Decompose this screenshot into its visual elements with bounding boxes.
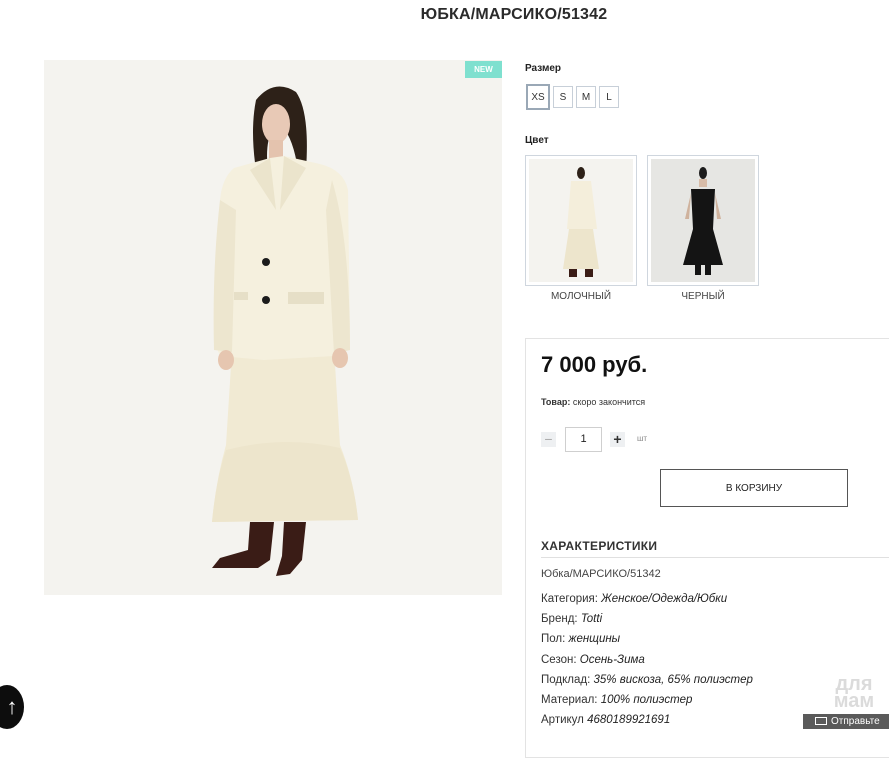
- quantity-unit: шт: [637, 434, 648, 443]
- send-feedback-label: Отправьте: [831, 716, 880, 727]
- spec-value: Женское/Одежда/Юбки: [601, 593, 728, 605]
- size-option-s[interactable]: S: [553, 86, 573, 108]
- specs-list: Категория: Женское/Одежда/Юбки Бренд: To…: [541, 593, 753, 734]
- watermark-logo: для мам: [833, 673, 875, 712]
- spec-value: женщины: [568, 633, 621, 646]
- quantity-increase-button[interactable]: +: [610, 432, 625, 447]
- arrow-up-icon: ↑: [6, 694, 18, 719]
- spec-key: Сезон:: [541, 653, 577, 666]
- spec-key: Пол:: [541, 633, 566, 646]
- send-feedback-button[interactable]: Отправьте: [803, 714, 889, 729]
- spec-row-lining: Подклад: 35% вискоза, 65% полиэстер: [541, 674, 753, 694]
- spec-key: Категория:: [541, 593, 598, 605]
- color-name-milk: МОЛОЧНЫЙ: [550, 291, 612, 302]
- spec-row-season: Сезон: Осень-Зима: [541, 654, 753, 674]
- spec-row-category: Категория: Женское/Одежда/Юбки: [541, 593, 753, 613]
- spec-value: Осень-Зима: [579, 653, 645, 666]
- spec-key: Артикул: [541, 714, 584, 727]
- milk-thumbnail-image: [529, 159, 633, 282]
- spec-value: 4680189921691: [587, 714, 671, 727]
- spec-value: 35% вискоза, 65% полиэстер: [593, 673, 753, 686]
- size-option-m[interactable]: M: [576, 86, 596, 108]
- scroll-to-top-button[interactable]: ↑: [0, 685, 24, 729]
- black-thumbnail-image: [651, 159, 755, 282]
- product-title: ЮБКА/МАРСИКО/51342: [420, 6, 608, 23]
- size-selector: XS S M L: [526, 84, 619, 110]
- color-label: Цвет: [525, 135, 549, 146]
- color-swatch-milk[interactable]: [525, 155, 637, 286]
- color-name-black: ЧЕРНЫЙ: [681, 291, 725, 302]
- quantity-decrease-button[interactable]: −: [541, 432, 556, 447]
- add-to-cart-button[interactable]: В КОРЗИНУ: [660, 469, 848, 507]
- new-badge: NEW: [465, 61, 502, 78]
- spec-key: Подклад:: [541, 673, 591, 686]
- spec-key: Материал:: [541, 693, 598, 706]
- envelope-icon: [815, 717, 827, 725]
- quantity-input[interactable]: 1: [565, 427, 602, 452]
- stock-status: Товар: скоро закончится: [541, 397, 645, 407]
- spec-row-gender: Пол: женщины: [541, 633, 753, 653]
- size-option-l[interactable]: L: [599, 86, 619, 108]
- stock-label: Товар:: [541, 397, 571, 407]
- product-main-image[interactable]: [44, 60, 502, 595]
- stock-value: скоро закончится: [572, 397, 646, 407]
- size-label: Размер: [525, 63, 562, 74]
- model-illustration: [44, 60, 502, 595]
- spec-row-brand: Бренд: Totti: [541, 613, 753, 633]
- size-option-xs[interactable]: XS: [526, 84, 550, 110]
- price: 7 000 руб.: [541, 352, 648, 377]
- spec-value: Totti: [580, 613, 603, 626]
- color-swatch-black[interactable]: [647, 155, 759, 286]
- specs-subtitle: Юбка/МАРСИКО/51342: [541, 568, 661, 580]
- watermark: для мам Отправьте: [803, 673, 889, 729]
- specs-divider: [541, 557, 889, 558]
- spec-value: 100% полиэстер: [600, 693, 693, 706]
- spec-key: Бренд:: [541, 613, 578, 626]
- specs-title: ХАРАКТЕРИСТИКИ: [541, 539, 658, 553]
- spec-row-sku: Артикул 4680189921691: [541, 714, 753, 734]
- spec-row-material: Материал: 100% полиэстер: [541, 694, 753, 714]
